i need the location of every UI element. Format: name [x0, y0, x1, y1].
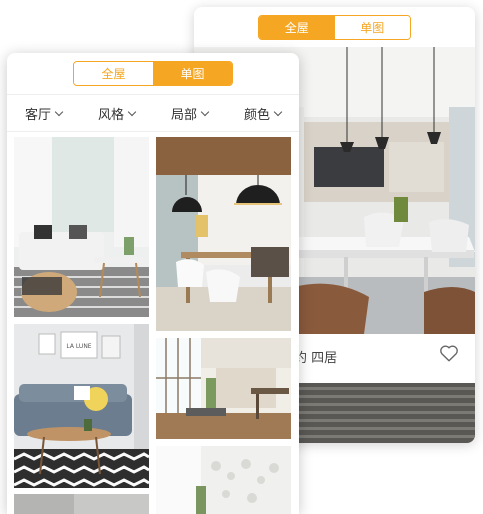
tab-whole-house[interactable]: 全屋 — [259, 16, 335, 39]
heart-outline-icon[interactable] — [438, 342, 460, 364]
view-mode-toggle: 全屋 单图 — [258, 15, 411, 40]
front-phone-screen: 全屋 单图 客厅 风格 局部 颜色 LA LUNE — [7, 53, 299, 514]
filter-room[interactable]: 客厅 — [24, 104, 64, 123]
tab-whole-house[interactable]: 全屋 — [74, 62, 153, 85]
filter-label: 客厅 — [24, 107, 51, 123]
filter-bar: 客厅 风格 局部 颜色 — [7, 94, 299, 132]
gallery-image[interactable] — [14, 494, 149, 514]
gallery-image[interactable] — [14, 137, 149, 317]
filter-label: 局部 — [170, 107, 197, 123]
filter-style[interactable]: 风格 — [97, 104, 137, 123]
listing-caption: 约 四居 — [294, 351, 338, 366]
tab-single-image[interactable]: 单图 — [153, 62, 232, 85]
gallery-image[interactable] — [156, 137, 291, 331]
filter-label: 风格 — [97, 107, 124, 123]
chevron-down-icon — [127, 107, 137, 116]
gallery-image[interactable] — [156, 446, 291, 514]
chevron-down-icon — [200, 107, 210, 116]
filter-label: 颜色 — [243, 107, 270, 123]
tab-single-image[interactable]: 单图 — [334, 16, 410, 39]
filter-color[interactable]: 颜色 — [243, 104, 283, 123]
gallery-image[interactable] — [156, 338, 291, 439]
gallery-image[interactable]: LA LUNE — [14, 324, 149, 488]
chevron-down-icon — [54, 107, 64, 116]
poster-text: LA LUNE — [66, 343, 91, 350]
filter-area[interactable]: 局部 — [170, 104, 210, 123]
chevron-down-icon — [273, 107, 283, 116]
view-mode-toggle: 全屋 单图 — [73, 61, 233, 86]
